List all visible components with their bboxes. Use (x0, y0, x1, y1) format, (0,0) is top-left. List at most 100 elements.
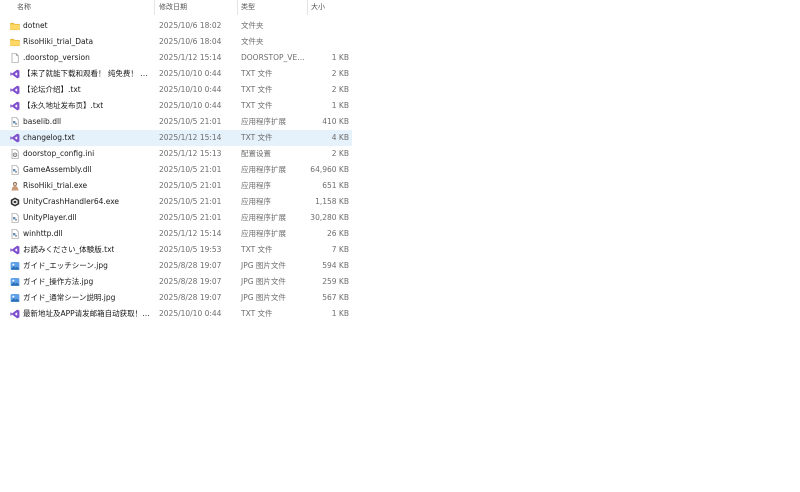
unity-icon (10, 197, 20, 207)
folder-icon (10, 37, 20, 47)
file-name-cell[interactable]: 【论坛介绍】.txt (0, 82, 155, 98)
file-row[interactable]: winhttp.dll 2025/1/12 15:14 应用程序扩展 26 KB (0, 226, 352, 242)
column-header-type[interactable]: 类型 (238, 0, 308, 15)
file-modified-date: 2025/10/6 18:02 (159, 21, 222, 30)
file-name: changelog.txt (23, 133, 75, 142)
file-name-cell[interactable]: 【来了就能下载和观看！ 纯免费！ 】.txt (0, 66, 155, 82)
file-name: dotnet (23, 21, 48, 30)
file-name: ガイド_エッチシーン.jpg (23, 261, 108, 270)
file-name: baselib.dll (23, 117, 62, 126)
column-header-type-label: 类型 (241, 3, 255, 11)
file-type: 应用程序 (241, 197, 271, 206)
file-name-cell[interactable]: winhttp.dll (0, 226, 155, 242)
file-name-cell[interactable]: ガイド_通常シーン説明.jpg (0, 290, 155, 306)
file-name: .doorstop_version (23, 53, 90, 62)
file-row[interactable]: dotnet 2025/10/6 18:02 文件夹 (0, 18, 352, 34)
file-name: winhttp.dll (23, 229, 63, 238)
file-row[interactable]: ガイド_操作方法.jpg 2025/8/28 19:07 JPG 图片文件 259 K… (0, 274, 352, 290)
file-type: TXT 文件 (241, 85, 273, 94)
file-name-cell[interactable]: RisoHiki_trial_Data (0, 34, 155, 50)
file-explorer: ⌃ 名称 修改日期 类型 大小 dotnet 2025/10/6 18:02 文件夹… (0, 0, 800, 492)
file-name-cell[interactable]: 最新地址及APP请发邮箱自动获取！！！.... (0, 306, 155, 322)
dll-icon (10, 229, 20, 239)
file-type: JPG 图片文件 (241, 261, 286, 270)
file-modified-date: 2025/10/5 21:01 (159, 117, 222, 126)
file-name-cell[interactable]: changelog.txt (0, 130, 155, 146)
file-name: RisoHiki_trial_Data (23, 37, 94, 46)
file-name-cell[interactable]: RisoHiki_trial.exe (0, 178, 155, 194)
file-size: 2 KB (331, 85, 349, 94)
file-modified-date: 2025/10/5 19:53 (159, 245, 222, 254)
file-name-cell[interactable]: お読みください_体験版.txt (0, 242, 155, 258)
file-row[interactable]: RisoHiki_trial.exe 2025/10/5 21:01 应用程序 651… (0, 178, 352, 194)
file-name: RisoHiki_trial.exe (23, 181, 88, 190)
file-name-cell[interactable]: doorstop_config.ini (0, 146, 155, 162)
sort-ascending-icon: ⌃ (81, 0, 88, 5)
file-name-cell[interactable]: GameAssembly.dll (0, 162, 155, 178)
vs-icon (10, 69, 20, 79)
file-size: 594 KB (322, 261, 349, 270)
column-header-name-label: 名称 (17, 3, 31, 11)
folder-icon (10, 21, 20, 31)
file-modified-date: 2025/8/28 19:07 (159, 293, 222, 302)
file-row[interactable]: 【论坛介绍】.txt 2025/10/10 0:44 TXT 文件 2 KB (0, 82, 352, 98)
file-row[interactable]: RisoHiki_trial_Data 2025/10/6 18:04 文件夹 (0, 34, 352, 50)
file-size: 410 KB (322, 117, 349, 126)
file-name-cell[interactable]: baselib.dll (0, 114, 155, 130)
file-type: TXT 文件 (241, 309, 273, 318)
file-type: 应用程序扩展 (241, 213, 286, 222)
file-size: 30,280 KB (310, 213, 349, 222)
file-type: TXT 文件 (241, 101, 273, 110)
file-name-cell[interactable]: dotnet (0, 18, 155, 34)
file-type: 应用程序扩展 (241, 165, 286, 174)
vs-icon (10, 101, 20, 111)
column-header-date[interactable]: 修改日期 (155, 0, 238, 15)
file-row[interactable]: changelog.txt 2025/1/12 15:14 TXT 文件 4 KB (0, 130, 352, 146)
file-size: 64,960 KB (310, 165, 349, 174)
vs-icon (10, 85, 20, 95)
column-header-size[interactable]: 大小 (308, 0, 352, 15)
file-size: 567 KB (322, 293, 349, 302)
file-name: GameAssembly.dll (23, 165, 92, 174)
file-name-cell[interactable]: ガイド_操作方法.jpg (0, 274, 155, 290)
file-type: 文件夹 (241, 37, 264, 46)
file-row[interactable]: ガイド_通常シーン説明.jpg 2025/8/28 19:07 JPG 图片文件 56… (0, 290, 352, 306)
file-row[interactable]: 最新地址及APP请发邮箱自动获取！！！.... 2025/10/10 0:44 TX… (0, 306, 352, 322)
file-row[interactable]: .doorstop_version 2025/1/12 15:14 DOORSTOP… (0, 50, 352, 66)
dll-icon (10, 213, 20, 223)
file-size: 1 KB (331, 53, 349, 62)
file-name-cell[interactable]: ガイド_エッチシーン.jpg (0, 258, 155, 274)
file-size: 651 KB (322, 181, 349, 190)
image-icon (10, 293, 20, 303)
file-type: 应用程序扩展 (241, 229, 286, 238)
file-name: 【来了就能下载和观看！ 纯免费！ 】.txt (23, 69, 153, 78)
file-row[interactable]: 【来了就能下载和观看！ 纯免费！ 】.txt 2025/10/10 0:44 TXT… (0, 66, 352, 82)
file-row[interactable]: GameAssembly.dll 2025/10/5 21:01 应用程序扩展 64,… (0, 162, 352, 178)
file-size: 1 KB (331, 101, 349, 110)
image-icon (10, 261, 20, 271)
file-size: 1 KB (331, 309, 349, 318)
file-row[interactable]: UnityCrashHandler64.exe 2025/10/5 21:01 应用… (0, 194, 352, 210)
file-modified-date: 2025/10/5 21:01 (159, 197, 222, 206)
file-name-cell[interactable]: UnityPlayer.dll (0, 210, 155, 226)
column-header-name[interactable]: ⌃ 名称 (0, 0, 155, 15)
file-row[interactable]: baselib.dll 2025/10/5 21:01 应用程序扩展 410 KB (0, 114, 352, 130)
column-header-size-label: 大小 (311, 3, 325, 11)
file-row[interactable]: UnityPlayer.dll 2025/10/5 21:01 应用程序扩展 30,2… (0, 210, 352, 226)
file-row[interactable]: お読みください_体験版.txt 2025/10/5 19:53 TXT 文件 7 KB (0, 242, 352, 258)
file-modified-date: 2025/1/12 15:14 (159, 133, 222, 142)
file-type: 文件夹 (241, 21, 264, 30)
file-type: DOORSTOP_VER... (241, 53, 308, 62)
file-list: dotnet 2025/10/6 18:02 文件夹 RisoHiki_trial_D… (0, 18, 352, 322)
file-name-cell[interactable]: .doorstop_version (0, 50, 155, 66)
file-row[interactable]: ガイド_エッチシーン.jpg 2025/8/28 19:07 JPG 图片文件 594… (0, 258, 352, 274)
file-name: 【永久地址发布页】.txt (23, 101, 104, 110)
file-row[interactable]: doorstop_config.ini 2025/1/12 15:13 配置设置 2 … (0, 146, 352, 162)
file-modified-date: 2025/10/5 21:01 (159, 181, 222, 190)
file-modified-date: 2025/10/10 0:44 (159, 309, 222, 318)
file-name-cell[interactable]: UnityCrashHandler64.exe (0, 194, 155, 210)
file-row[interactable]: 【永久地址发布页】.txt 2025/10/10 0:44 TXT 文件 1 KB (0, 98, 352, 114)
file-name-cell[interactable]: 【永久地址发布页】.txt (0, 98, 155, 114)
file-type: JPG 图片文件 (241, 277, 286, 286)
file-modified-date: 2025/10/5 21:01 (159, 213, 222, 222)
